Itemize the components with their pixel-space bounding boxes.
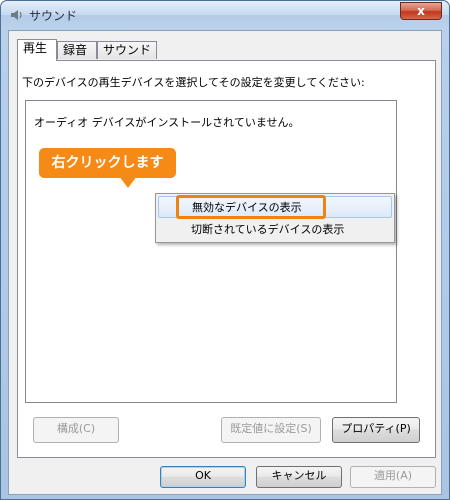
highlight-box [176, 195, 326, 219]
cancel-button[interactable]: キャンセル [256, 466, 342, 488]
tab-recording[interactable]: 録音 [57, 41, 97, 59]
close-button[interactable]: x [400, 2, 442, 20]
set-default-button[interactable]: 既定値に設定(S) [221, 417, 321, 443]
sound-dialog-window: サウンド x 再生 録音 サウンド 下のデバイスの再生デバイスを選択してその設定… [0, 0, 450, 500]
menu-item-show-disconnected-devices[interactable]: 切断されているデバイスの表示 [158, 219, 392, 241]
tab-sounds[interactable]: サウンド [97, 41, 157, 59]
context-menu: 無効なデバイスの表示 切断されているデバイスの表示 [155, 193, 395, 243]
device-list[interactable]: オーディオ デバイスがインストールされていません。 [25, 100, 397, 403]
tab-sounds-label: サウンド [103, 43, 152, 57]
configure-button[interactable]: 構成(C) [33, 417, 119, 443]
no-device-message: オーディオ デバイスがインストールされていません。 [34, 116, 300, 129]
tab-playback[interactable]: 再生 [17, 39, 57, 61]
properties-button[interactable]: プロパティ(P) [332, 417, 420, 443]
instruction-text: 下のデバイスの再生デバイスを選択してその設定を変更してください: [22, 76, 365, 89]
window-title: サウンド [29, 9, 78, 23]
title-bar[interactable]: サウンド x [1, 1, 449, 29]
callout-pointer [119, 176, 137, 188]
menu-item-label: 切断されているデバイスの表示 [191, 223, 345, 236]
apply-button[interactable]: 適用(A) [350, 466, 436, 488]
tab-recording-label: 録音 [63, 43, 88, 57]
ok-button[interactable]: OK [160, 466, 246, 488]
right-click-callout: 右クリックします [39, 148, 176, 178]
dialog-client-area: 再生 録音 サウンド 下のデバイスの再生デバイスを選択してその設定を変更してくだ… [8, 30, 442, 495]
close-icon: x [417, 4, 425, 18]
tab-playback-label: 再生 [23, 41, 48, 55]
speaker-icon [10, 8, 24, 22]
